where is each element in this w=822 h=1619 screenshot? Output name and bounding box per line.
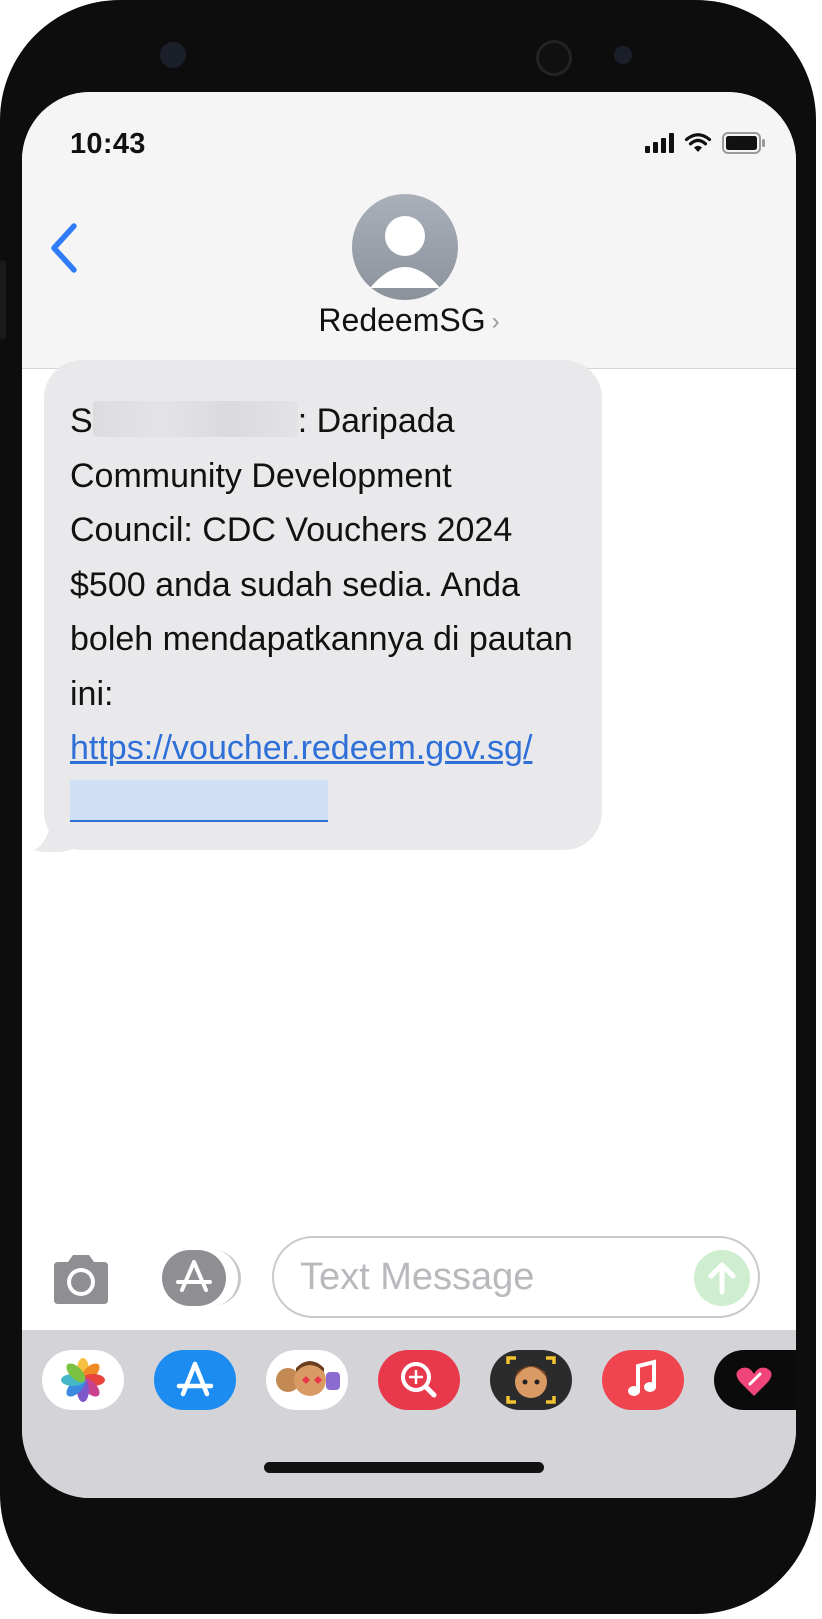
memoji-stickers-icon[interactable] bbox=[266, 1350, 348, 1410]
animoji-glyph bbox=[506, 1356, 556, 1404]
back-chevron-icon[interactable] bbox=[44, 220, 84, 276]
camera-icon[interactable] bbox=[46, 1250, 116, 1310]
contact-avatar[interactable] bbox=[352, 194, 458, 300]
sensor bbox=[160, 42, 186, 68]
text-message-input[interactable]: Text Message bbox=[272, 1236, 760, 1318]
app-store-glyph bbox=[176, 1361, 214, 1397]
heart-glyph bbox=[736, 1367, 772, 1396]
message-body: : Daripada Community Development Council… bbox=[70, 402, 573, 713]
message-composer: Text Message bbox=[22, 1228, 796, 1328]
status-time: 10:43 bbox=[70, 128, 146, 160]
memoji-stickers-glyph bbox=[276, 1361, 340, 1396]
digital-touch-icon[interactable] bbox=[714, 1350, 796, 1410]
received-message-bubble[interactable]: S: Daripada Community Development Counci… bbox=[44, 360, 602, 850]
message-prefix: S bbox=[70, 402, 93, 440]
chevron-right-icon: › bbox=[491, 308, 500, 335]
music-icon[interactable] bbox=[602, 1350, 684, 1410]
web-search-icon[interactable] bbox=[378, 1350, 460, 1410]
arrow-up-icon bbox=[708, 1262, 736, 1295]
conversation-header: 10:43 RedeemSG › bbox=[22, 92, 796, 369]
text-message-placeholder: Text Message bbox=[300, 1256, 535, 1298]
home-indicator[interactable] bbox=[264, 1462, 544, 1473]
contact-name: RedeemSG bbox=[318, 302, 486, 338]
redacted-link-suffix[interactable] bbox=[70, 779, 328, 822]
wifi-icon bbox=[684, 133, 712, 152]
battery-icon bbox=[722, 132, 765, 154]
photos-glyph bbox=[61, 1358, 105, 1402]
status-icons bbox=[645, 132, 766, 154]
app-store-icon[interactable] bbox=[154, 1350, 236, 1410]
front-camera bbox=[536, 40, 572, 76]
send-button[interactable] bbox=[694, 1250, 750, 1306]
animoji-icon[interactable] bbox=[490, 1350, 572, 1410]
contact-name-button[interactable]: RedeemSG › bbox=[22, 302, 796, 339]
volume-button bbox=[0, 260, 6, 340]
message-link[interactable]: https://voucher.redeem.gov.sg/ bbox=[70, 729, 532, 767]
cellular-signal-icon bbox=[645, 133, 674, 153]
redacted-id bbox=[92, 401, 298, 437]
app-store-button[interactable] bbox=[162, 1250, 226, 1306]
music-note-glyph bbox=[628, 1359, 656, 1396]
app-store-a-icon bbox=[176, 1260, 212, 1292]
photos-icon[interactable] bbox=[42, 1350, 124, 1410]
screen: 10:43 RedeemSG › S: Daripada Community … bbox=[22, 92, 796, 1498]
person-icon bbox=[370, 216, 440, 288]
proximity-sensor bbox=[614, 46, 632, 64]
web-search-glyph bbox=[401, 1362, 437, 1398]
